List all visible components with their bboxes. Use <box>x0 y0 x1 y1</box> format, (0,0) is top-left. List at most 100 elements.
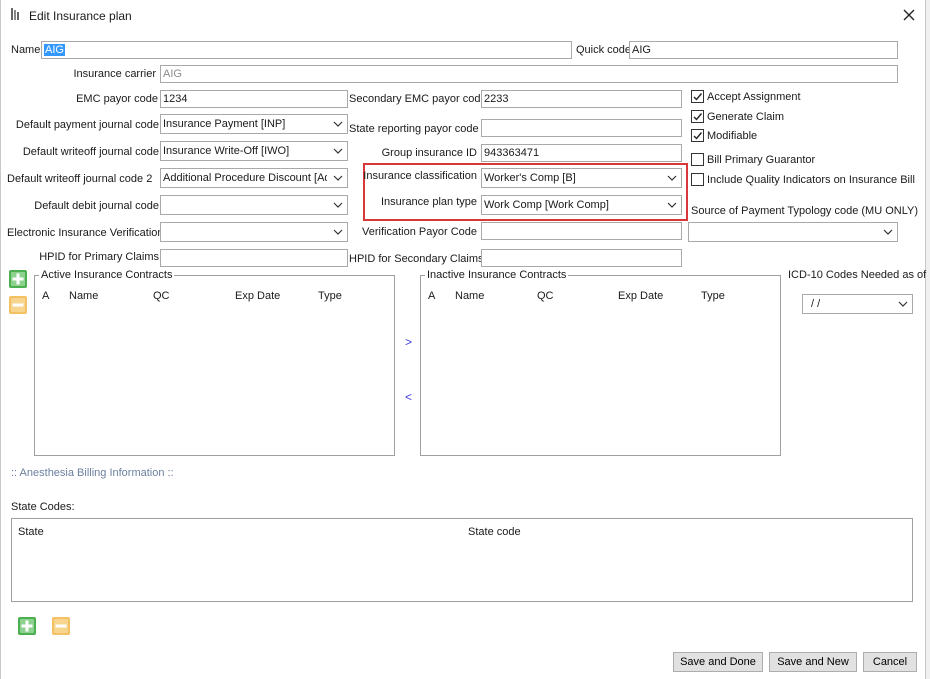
source-payment-typology-label: Source of Payment Typology code (MU ONLY… <box>691 205 919 217</box>
add-state-code-icon[interactable] <box>18 617 36 635</box>
default-writeoff-value: Insurance Write-Off [IWO] <box>163 145 290 157</box>
checkbox-checked-icon <box>691 90 704 103</box>
insurance-plan-type-value: Work Comp [Work Comp] <box>484 199 609 211</box>
icd10-label: ICD-10 Codes Needed as of <box>788 269 927 281</box>
secondary-emc-input[interactable]: 2233 <box>481 90 682 108</box>
state-code-col: State code <box>468 526 521 538</box>
hpid-primary-label: HPID for Primary Claims <box>39 251 159 263</box>
inactive-col-type: Type <box>701 290 725 302</box>
insurance-classification-select[interactable]: Worker's Comp [B] <box>481 168 682 188</box>
source-payment-typology-select[interactable] <box>688 222 898 242</box>
default-writeoff2-label: Default writeoff journal code 2 <box>7 173 153 185</box>
inactive-col-qc: QC <box>537 290 554 302</box>
cancel-button[interactable]: Cancel <box>863 652 917 672</box>
group-insurance-id-input[interactable]: 943363471 <box>481 144 682 162</box>
chevron-down-icon <box>898 301 908 307</box>
state-reporting-input[interactable] <box>481 119 682 137</box>
insurance-plan-type-select[interactable]: Work Comp [Work Comp] <box>481 195 682 215</box>
name-input[interactable]: AIG <box>41 41 572 59</box>
default-debit-select[interactable] <box>160 195 348 215</box>
chevron-down-icon <box>333 202 343 208</box>
include-quality-indicators-checkbox[interactable]: Include Quality Indicators on Insurance … <box>691 173 915 186</box>
default-writeoff-label: Default writeoff journal code <box>22 146 159 158</box>
quick-code-label: Quick code <box>576 44 632 56</box>
default-payment-journal-value: Insurance Payment [INP] <box>163 118 286 130</box>
icd10-value: / / <box>811 298 821 310</box>
name-value: AIG <box>44 44 65 56</box>
insurance-carrier-input[interactable]: AIG <box>160 65 898 83</box>
verification-payor-input[interactable] <box>481 222 682 240</box>
inactive-col-a: A <box>428 290 436 302</box>
default-payment-journal-label: Default payment journal code <box>15 119 159 131</box>
inactive-contracts-group: Inactive Insurance Contracts A Name QC E… <box>420 269 781 456</box>
checkbox-unchecked-icon <box>691 153 704 166</box>
generate-claim-checkbox[interactable]: Generate Claim <box>691 110 784 123</box>
checkbox-checked-icon <box>691 110 704 123</box>
chevron-down-icon <box>333 121 343 127</box>
chevron-down-icon <box>667 202 677 208</box>
inactive-col-exp-date: Exp Date <box>618 290 664 302</box>
insurance-classification-label: Insurance classification <box>363 170 477 182</box>
group-insurance-id-label: Group insurance ID <box>381 147 477 159</box>
emc-payor-code-input[interactable]: 1234 <box>160 90 348 108</box>
bill-primary-guarantor-label: Bill Primary Guarantor <box>707 154 816 166</box>
insurance-classification-value: Worker's Comp [B] <box>484 172 576 184</box>
accept-assignment-label: Accept Assignment <box>707 91 801 103</box>
active-contracts-title: Active Insurance Contracts <box>39 269 175 281</box>
active-col-name: Name <box>69 290 99 302</box>
state-codes-label: State Codes: <box>11 501 75 513</box>
default-payment-journal-select[interactable]: Insurance Payment [INP] <box>160 114 348 134</box>
generate-claim-label: Generate Claim <box>707 111 785 123</box>
state-codes-table: State State code <box>11 518 913 602</box>
active-col-qc: QC <box>153 290 170 302</box>
electronic-verification-label: Electronic Insurance Verification <box>7 227 164 239</box>
hpid-secondary-label: HPID for Secondary Claims <box>349 253 484 265</box>
save-and-done-button[interactable]: Save and Done <box>673 652 763 672</box>
move-left-button[interactable]: < <box>405 390 412 404</box>
inactive-col-name: Name <box>455 290 485 302</box>
window-title: Edit Insurance plan <box>29 9 132 23</box>
chevron-down-icon <box>333 175 343 181</box>
inactive-contracts-title: Inactive Insurance Contracts <box>425 269 569 281</box>
insurance-plan-type-label: Insurance plan type <box>380 196 477 208</box>
icd10-date-select[interactable]: / / <box>802 294 913 314</box>
save-and-new-button[interactable]: Save and New <box>769 652 857 672</box>
active-col-a: A <box>42 290 50 302</box>
close-icon[interactable] <box>903 9 915 21</box>
default-writeoff-select[interactable]: Insurance Write-Off [IWO] <box>160 141 348 161</box>
active-contracts-group: Active Insurance Contracts A Name QC Exp… <box>34 269 395 456</box>
default-writeoff2-value: Additional Procedure Discount [Add'l P <box>163 172 327 184</box>
default-debit-label: Default debit journal code <box>34 200 159 212</box>
active-col-exp-date: Exp Date <box>235 290 281 302</box>
chevron-down-icon <box>667 175 677 181</box>
anesthesia-billing-link[interactable]: :: Anesthesia Billing Information :: <box>11 467 174 479</box>
chevron-down-icon <box>333 229 343 235</box>
state-reporting-label: State reporting payor code <box>349 123 479 135</box>
secondary-emc-label: Secondary EMC payor code <box>349 93 487 105</box>
chevron-down-icon <box>333 148 343 154</box>
remove-state-code-icon[interactable] <box>52 617 70 635</box>
name-label: Name <box>11 44 41 56</box>
checkbox-checked-icon <box>691 129 704 142</box>
checkbox-unchecked-icon <box>691 173 704 186</box>
add-contract-icon[interactable] <box>9 270 27 288</box>
bill-primary-guarantor-checkbox[interactable]: Bill Primary Guarantor <box>691 153 815 166</box>
hpid-primary-input[interactable] <box>160 249 348 267</box>
hpid-secondary-input[interactable] <box>481 249 682 267</box>
include-quality-indicators-label: Include Quality Indicators on Insurance … <box>707 174 915 186</box>
chevron-down-icon <box>883 229 893 235</box>
modifiable-checkbox[interactable]: Modifiable <box>691 129 757 142</box>
quick-code-input[interactable]: AIG <box>629 41 898 59</box>
insurance-carrier-label: Insurance carrier <box>73 68 156 80</box>
emc-payor-code-label: EMC payor code <box>76 93 158 105</box>
accept-assignment-checkbox[interactable]: Accept Assignment <box>691 90 801 103</box>
electronic-verification-select[interactable] <box>160 222 348 242</box>
remove-contract-icon[interactable] <box>9 296 27 314</box>
default-writeoff2-select[interactable]: Additional Procedure Discount [Add'l P <box>160 168 348 188</box>
verification-payor-label: Verification Payor Code <box>362 226 477 238</box>
app-icon <box>11 8 21 20</box>
modifiable-label: Modifiable <box>707 130 758 142</box>
state-col: State <box>18 526 44 538</box>
move-right-button[interactable]: > <box>405 335 412 349</box>
active-col-type: Type <box>318 290 342 302</box>
